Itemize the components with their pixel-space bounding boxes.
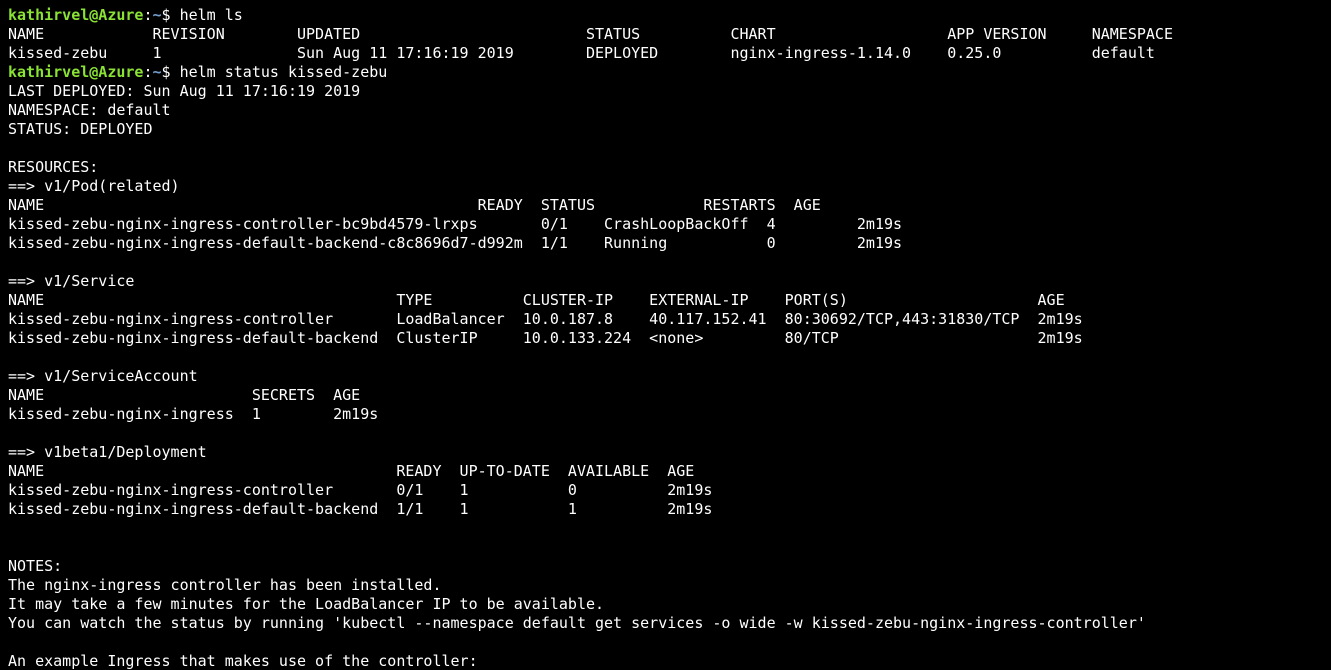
output-line: kissed-zebu-nginx-ingress-default-backen… [8, 234, 903, 252]
output-line: You can watch the status by running 'kub… [8, 614, 1146, 632]
prompt-separator: : [143, 63, 153, 81]
output-line: ==> v1/Service [8, 272, 135, 290]
output-line: NAMESPACE: default [8, 101, 171, 119]
output-line: NOTES: [8, 557, 63, 575]
output-line: It may take a few minutes for the LoadBa… [8, 595, 605, 613]
output-line: NAME READY STATUS RESTARTS AGE [8, 196, 821, 214]
output-line: An example Ingress that makes use of the… [8, 652, 478, 670]
prompt-path: ~ [152, 6, 162, 24]
output-line: RESOURCES: [8, 158, 99, 176]
terminal-window[interactable]: kathirvel@Azure:~$ helm ls NAME REVISION… [0, 0, 1331, 670]
output-line: NAME SECRETS AGE [8, 386, 361, 404]
output-line: NAME READY UP-TO-DATE AVAILABLE AGE [8, 462, 695, 480]
output-line: kissed-zebu-nginx-ingress-controller Loa… [8, 310, 1083, 328]
output-line: kissed-zebu-nginx-ingress-controller-bc9… [8, 215, 903, 233]
helm-status-output: LAST DEPLOYED: Sun Aug 11 17:16:19 2019 N… [8, 82, 1331, 670]
output-line: kissed-zebu-nginx-ingress-default-backen… [8, 329, 1083, 347]
prompt-user-host: kathirvel@Azure [8, 63, 144, 81]
output-line: ==> v1/Pod(related) [8, 177, 180, 195]
helm-ls-row: kissed-zebu 1 Sun Aug 11 17:16:19 2019 D… [8, 44, 1155, 62]
prompt-separator: : [143, 6, 153, 24]
prompt-path: ~ [152, 63, 162, 81]
output-line: The nginx-ingress controller has been in… [8, 576, 442, 594]
output-line: ==> v1/ServiceAccount [8, 367, 198, 385]
output-line: kissed-zebu-nginx-ingress 1 2m19s [8, 405, 379, 423]
prompt-symbol: $ [161, 6, 180, 24]
prompt-user-host: kathirvel@Azure [8, 6, 144, 24]
helm-ls-header: NAME REVISION UPDATED STATUS CHART APP V… [8, 25, 1173, 43]
output-line: STATUS: DEPLOYED [8, 120, 153, 138]
output-line: kissed-zebu-nginx-ingress-controller 0/1… [8, 481, 713, 499]
prompt-line-helm-ls: kathirvel@Azure:~$ helm ls [8, 6, 1331, 25]
output-line: kissed-zebu-nginx-ingress-default-backen… [8, 500, 713, 518]
command-text: helm status kissed-zebu [179, 63, 388, 81]
output-line: ==> v1beta1/Deployment [8, 443, 207, 461]
prompt-line-helm-status: kathirvel@Azure:~$ helm status kissed-ze… [8, 63, 1331, 82]
prompt-symbol: $ [161, 63, 180, 81]
command-text: helm ls [179, 6, 243, 24]
output-line: LAST DEPLOYED: Sun Aug 11 17:16:19 2019 [8, 82, 361, 100]
output-line: NAME TYPE CLUSTER-IP EXTERNAL-IP PORT(S)… [8, 291, 1065, 309]
